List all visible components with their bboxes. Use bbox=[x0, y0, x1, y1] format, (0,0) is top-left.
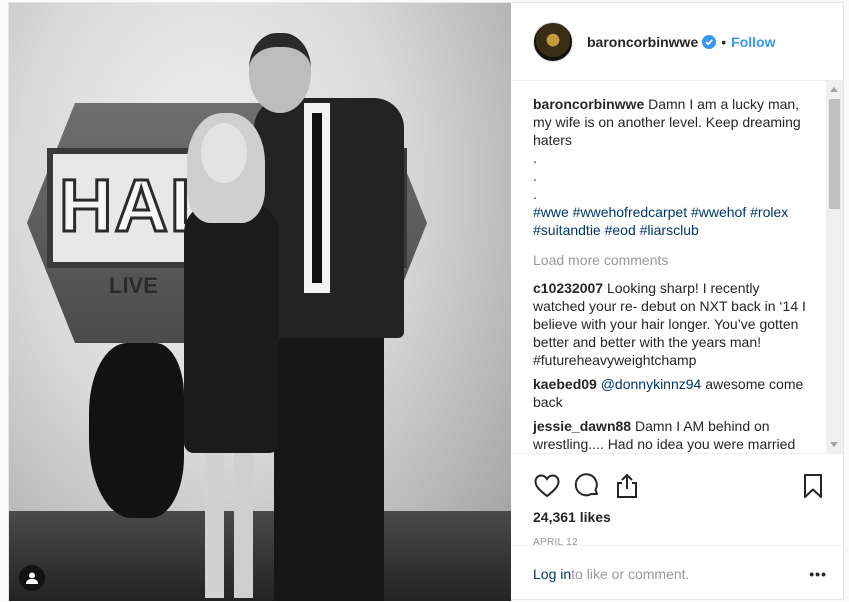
man-legs bbox=[274, 323, 384, 601]
comment-icon[interactable] bbox=[573, 472, 601, 500]
caption-username[interactable]: baroncorbinwwe bbox=[533, 96, 644, 112]
backdrop-sign-subtitle: LIVE bbox=[109, 273, 158, 298]
woman-dress bbox=[184, 203, 279, 453]
likes-count[interactable]: 24,361 likes bbox=[511, 509, 843, 531]
user-tag-icon[interactable] bbox=[19, 565, 45, 591]
man-tie bbox=[312, 113, 322, 283]
post-photo[interactable]: HALL LIVE bbox=[9, 3, 511, 601]
caption-dot: . bbox=[533, 168, 537, 184]
caption-dot: . bbox=[533, 150, 537, 166]
login-footer: Log in to like or comment. ••• bbox=[511, 545, 843, 601]
held-coat bbox=[89, 343, 184, 518]
woman-legs bbox=[205, 453, 253, 598]
comment-mention[interactable]: @donnykinnz94 bbox=[601, 376, 702, 392]
post-side-panel: baroncorbinwwe • Follow baroncorbinwwe D… bbox=[511, 3, 843, 601]
more-options-button[interactable]: ••• bbox=[809, 566, 827, 582]
header-username[interactable]: baroncorbinwwe bbox=[587, 34, 698, 50]
post-container: HALL LIVE baroncorbinwwe • Follow baronc… bbox=[8, 2, 844, 601]
heart-icon[interactable] bbox=[533, 472, 561, 500]
bookmark-icon[interactable] bbox=[799, 472, 827, 500]
scroll-down-arrow-icon[interactable] bbox=[830, 442, 838, 447]
header-separator: • bbox=[721, 33, 727, 50]
caption: baroncorbinwwe Damn I am a lucky man, my… bbox=[533, 95, 815, 239]
action-bar bbox=[511, 453, 843, 509]
comment-username[interactable]: c10232007 bbox=[533, 280, 603, 296]
comment-username[interactable]: jessie_dawn88 bbox=[533, 418, 631, 434]
caption-hashtags[interactable]: #wwe #wwehofredcarpet #wwehof #rolex #su… bbox=[533, 203, 815, 239]
verified-badge-icon bbox=[702, 34, 717, 49]
man-head bbox=[249, 33, 311, 113]
comment-item: kaebed09 @donnykinnz94 awesome come back bbox=[533, 375, 815, 411]
share-icon[interactable] bbox=[613, 472, 641, 500]
comment-username[interactable]: kaebed09 bbox=[533, 376, 597, 392]
scrollbar-thumb[interactable] bbox=[829, 99, 840, 209]
avatar[interactable] bbox=[533, 21, 573, 62]
login-prompt-text: to like or comment. bbox=[571, 565, 690, 582]
floor bbox=[9, 511, 511, 601]
woman-face bbox=[201, 123, 247, 183]
comments-list[interactable]: baroncorbinwwe Damn I am a lucky man, my… bbox=[511, 81, 843, 453]
caption-dot: . bbox=[533, 186, 537, 202]
scroll-up-arrow-icon[interactable] bbox=[830, 87, 838, 92]
post-header: baroncorbinwwe • Follow bbox=[511, 3, 843, 81]
follow-button[interactable]: Follow bbox=[731, 34, 775, 50]
login-link[interactable]: Log in bbox=[533, 566, 571, 582]
comments-scrollbar[interactable] bbox=[826, 81, 843, 453]
comment-item: jessie_dawn88 Damn I AM behind on wrestl… bbox=[533, 417, 815, 453]
comment-item: c10232007 Looking sharp! I recently watc… bbox=[533, 279, 815, 369]
load-more-comments-button[interactable]: Load more comments bbox=[533, 251, 815, 269]
